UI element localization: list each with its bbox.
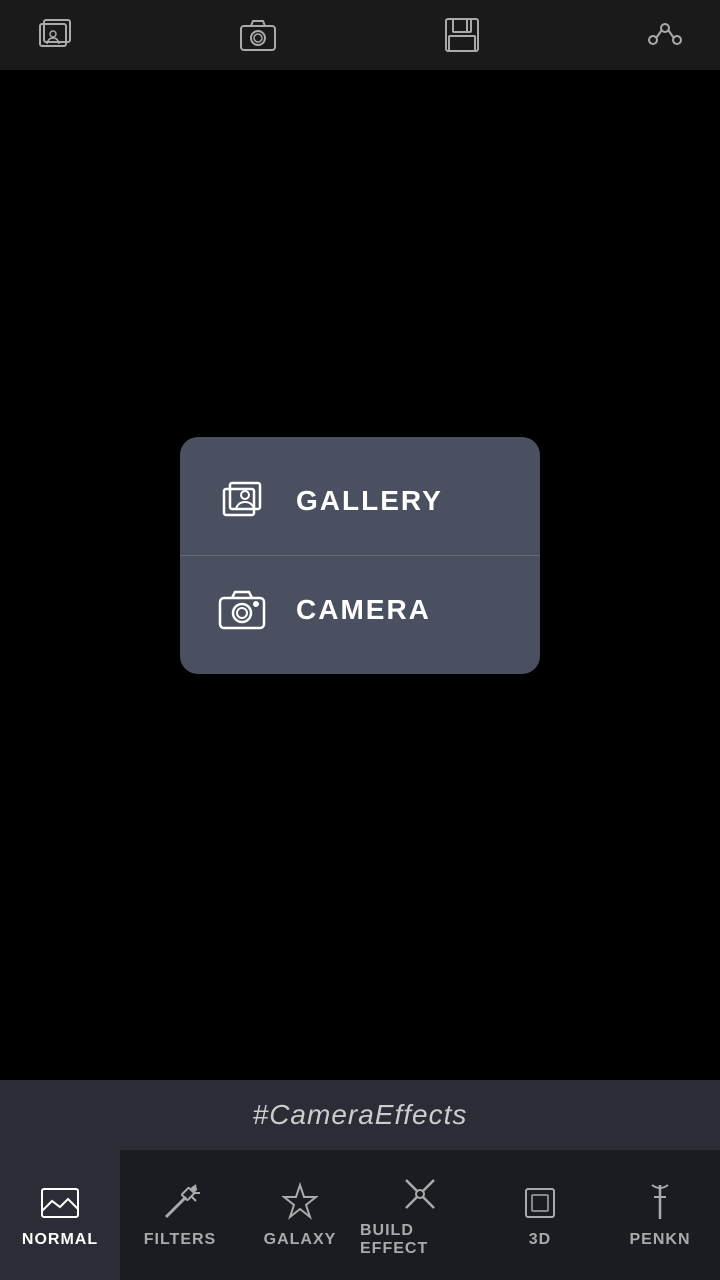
tab-normal-label: NORMAL [22,1231,98,1249]
tab-galaxy-label: GALAXY [264,1231,337,1249]
tab-penkn-label: PENKN [629,1231,690,1249]
tab-build-effect-label: BUILD EFFECT [360,1222,480,1258]
camera-menu-item[interactable]: CAMERA [180,556,540,664]
camera-label: CAMERA [296,594,431,626]
tab-3d-label: 3D [529,1231,551,1249]
tab-penkn[interactable]: PENKN [600,1150,720,1280]
tab-normal[interactable]: NORMAL [0,1150,120,1280]
gallery-menu-icon [216,475,268,527]
filters-icon [158,1181,202,1225]
3d-icon [518,1181,562,1225]
hashtag-text: #CameraEffects [253,1099,468,1131]
save-button[interactable] [437,10,487,60]
build-effect-icon [398,1172,442,1216]
penkn-icon [638,1181,682,1225]
tab-build-effect[interactable]: BUILD EFFECT [360,1150,480,1280]
tab-galaxy[interactable]: GALAXY [240,1150,360,1280]
gallery-menu-item[interactable]: GALLERY [180,447,540,556]
gallery-label: GALLERY [296,485,443,517]
tab-filters-label: FILTERS [144,1231,216,1249]
galaxy-icon [278,1181,322,1225]
camera-menu-icon [216,584,268,636]
share-button[interactable] [640,10,690,60]
tab-3d[interactable]: 3D [480,1150,600,1280]
popup-menu: GALLERY CAMERA [180,437,540,674]
hashtag-bar: #CameraEffects [0,1080,720,1150]
top-toolbar [0,0,720,70]
normal-icon [38,1181,82,1225]
main-area: GALLERY CAMERA [0,70,720,1040]
tab-filters[interactable]: FILTERS [120,1150,240,1280]
camera-toolbar-button[interactable] [233,10,283,60]
gallery-button[interactable] [30,10,80,60]
tab-bar: NORMAL FILTERS GALAXY BUILD EFFECT [0,1150,720,1280]
